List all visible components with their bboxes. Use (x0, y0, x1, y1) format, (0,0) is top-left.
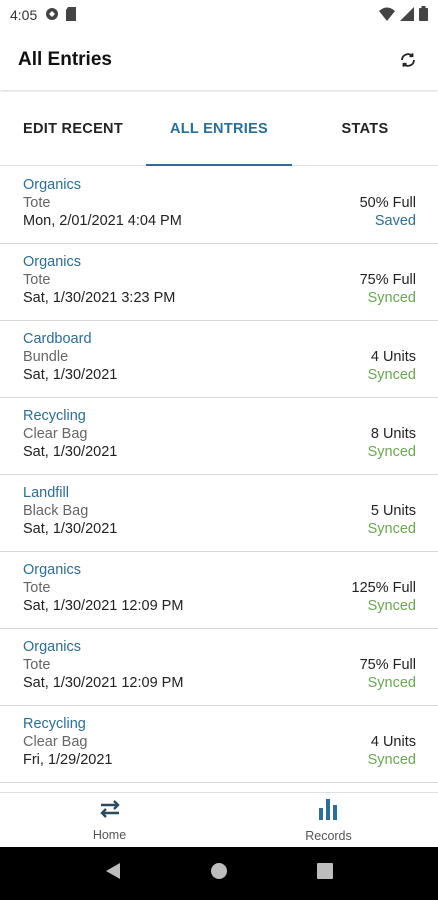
battery-icon (419, 6, 428, 24)
status-time: 4:05 (10, 7, 38, 23)
entry-status: Synced (367, 521, 416, 537)
entry-date: Sat, 1/30/2021 (23, 444, 118, 460)
entry-amount: 75% Full (359, 272, 416, 288)
entry-category: Organics (23, 177, 82, 193)
entry-category: Cardboard (23, 331, 92, 347)
entry-category: Recycling (23, 408, 86, 424)
nav-home-label: Home (92, 827, 127, 842)
entry-amount: 75% Full (359, 657, 416, 673)
entry-container: Tote (23, 272, 51, 288)
entry-category: Organics (23, 254, 82, 270)
app-bar: All Entries (0, 30, 438, 90)
entry-date: Sat, 1/30/2021 3:23 PM (23, 290, 176, 306)
refresh-icon[interactable] (396, 48, 420, 72)
entry-status: Saved (374, 213, 416, 229)
entry-amount: 50% Full (359, 195, 416, 211)
swap-arrows-icon (98, 799, 122, 822)
entry-status: Synced (367, 290, 416, 306)
entry-category: Organics (23, 562, 82, 578)
entry-status: Synced (367, 752, 416, 768)
list-item[interactable]: Organics Tote Sat, 1/30/2021 12:09 PM 12… (0, 552, 438, 629)
list-item[interactable]: Recycling Clear Bag Sat, 1/30/2021 8 Uni… (0, 398, 438, 475)
entry-container: Black Bag (23, 503, 89, 519)
entry-date: Mon, 2/01/2021 4:04 PM (23, 213, 182, 229)
list-item[interactable]: Organics Tote Sat, 1/30/2021 12:09 PM 75… (0, 629, 438, 706)
entry-status: Synced (367, 444, 416, 460)
app-notification-icon (45, 7, 59, 24)
tab-all-entries[interactable]: ALL ENTRIES (146, 92, 292, 166)
entry-category: Landfill (23, 485, 69, 501)
entry-date: Sat, 1/30/2021 (23, 521, 118, 537)
entry-container: Clear Bag (23, 426, 88, 442)
sd-card-icon (65, 6, 77, 24)
entry-date: Sat, 1/30/2021 12:09 PM (23, 675, 184, 691)
list-item[interactable]: Landfill Black Bag Sat, 1/30/2021 5 Unit… (0, 475, 438, 552)
list-item[interactable]: Cardboard Bundle Sat, 1/30/2021 4 Units … (0, 321, 438, 398)
entry-date: Fri, 1/29/2021 (23, 752, 113, 768)
entry-container: Clear Bag (23, 734, 88, 750)
list-item[interactable]: Organics Tote Mon, 2/01/2021 4:04 PM 50%… (0, 167, 438, 244)
entry-container: Tote (23, 580, 51, 596)
nav-home[interactable]: Home (0, 793, 219, 847)
bottom-navigation: Home Records (0, 792, 438, 847)
entry-date: Sat, 1/30/2021 (23, 367, 118, 383)
entry-amount: 125% Full (351, 580, 416, 596)
entry-date: Sat, 1/30/2021 12:09 PM (23, 598, 184, 614)
entry-amount: 4 Units (370, 349, 416, 365)
entry-status: Synced (367, 675, 416, 691)
nav-records[interactable]: Records (219, 793, 438, 847)
recents-square-icon[interactable] (317, 863, 334, 884)
page-title: All Entries (18, 49, 112, 70)
wifi-icon (379, 7, 395, 24)
entry-category: Recycling (23, 716, 86, 732)
list-item[interactable]: Recycling Clear Bag Fri, 1/29/2021 4 Uni… (0, 706, 438, 783)
entry-amount: 8 Units (370, 426, 416, 442)
tab-bar: EDIT RECENT ALL ENTRIES STATS (0, 92, 438, 166)
entry-amount: 5 Units (370, 503, 416, 519)
status-bar: 4:05 (0, 0, 438, 30)
signal-icon (400, 6, 414, 24)
entry-container: Bundle (23, 349, 69, 365)
entry-category: Organics (23, 639, 82, 655)
entry-container: Tote (23, 195, 51, 211)
back-icon[interactable] (105, 862, 121, 885)
entry-status: Synced (367, 598, 416, 614)
entries-list: Organics Tote Mon, 2/01/2021 4:04 PM 50%… (0, 167, 438, 792)
bar-chart-icon (318, 798, 340, 823)
list-item[interactable]: Organics Tote Sat, 1/30/2021 3:23 PM 75%… (0, 244, 438, 321)
entry-container: Tote (23, 657, 51, 673)
tab-stats[interactable]: STATS (292, 92, 438, 165)
entry-status: Synced (367, 367, 416, 383)
system-navigation-bar (0, 847, 438, 900)
home-circle-icon[interactable] (210, 862, 228, 885)
tab-edit-recent[interactable]: EDIT RECENT (0, 92, 146, 165)
nav-records-label: Records (305, 828, 352, 843)
entry-amount: 4 Units (370, 734, 416, 750)
